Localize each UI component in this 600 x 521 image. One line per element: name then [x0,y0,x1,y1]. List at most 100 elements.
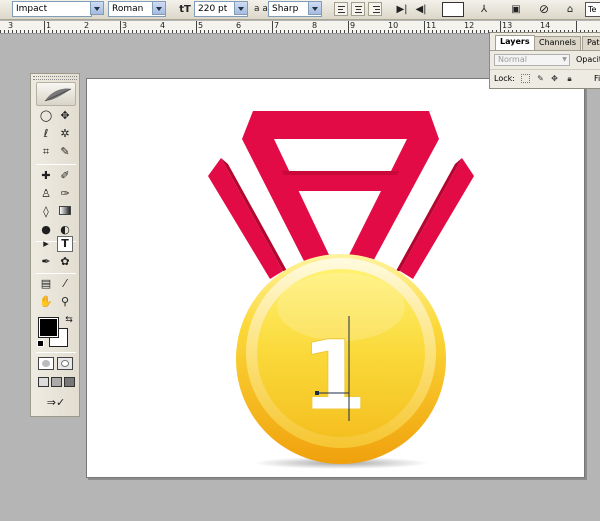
brush-icon[interactable]: ✐ [57,168,73,184]
tab-layers[interactable]: Layers [495,35,535,50]
ribbon-top-band [242,111,439,139]
type-icon[interactable]: T [57,236,73,252]
ruler-tick [108,30,109,33]
screen-mode-full-icon[interactable] [64,377,75,387]
align-left-icon[interactable] [334,2,348,16]
toolbox-separator [36,273,76,274]
ruler-tick [452,30,453,33]
ruler-tick [164,30,165,33]
ruler-tick [264,30,265,33]
font-size-dropdown-icon[interactable] [234,1,248,15]
stamp-icon[interactable]: ♙ [38,186,54,202]
options-bar: Impact Roman tT 220 pt a a Sharp ▶| ◀| ⅄… [0,0,600,20]
ruler-tick [152,30,153,33]
font-size-icon: tT [179,4,191,15]
workspace-button[interactable]: Te [585,2,600,17]
ruler-tick [244,30,245,33]
ruler-tick [100,30,101,33]
panel-divider [490,69,600,70]
gradient-icon[interactable] [57,204,73,220]
ruler-tick [128,30,129,33]
font-style-dropdown-icon[interactable] [152,1,166,15]
ruler-tick [444,30,445,33]
ruler-tick [200,30,201,33]
align-right-icon[interactable] [368,2,382,16]
ruler-tick [112,30,113,33]
medal-artwork: 1 [208,111,474,469]
marquee-icon[interactable]: ◯ [38,108,54,124]
ruler-tick [440,30,441,33]
move-icon[interactable]: ✥ [57,108,73,124]
feather-logo-icon[interactable] [36,82,76,106]
blend-mode-select[interactable]: Normal [494,54,570,66]
lock-all-icon[interactable]: 🔒︎ [565,74,574,83]
ruler-tick [156,30,157,33]
warp-text-icon[interactable]: ▶| [394,2,410,17]
commit-icon[interactable]: ⌂ [562,2,578,17]
ruler-tick [368,30,369,33]
ruler-tick [484,30,485,33]
lock-position-icon[interactable]: ✥ [550,74,559,83]
ruler-tick [168,30,169,33]
pen-icon[interactable]: ✒ [38,254,54,270]
quick-mask-icon[interactable] [57,357,73,370]
ruler-tick [88,30,89,33]
ruler-tick [220,30,221,33]
ruler-tick [232,30,233,33]
eyedropper-icon[interactable]: ⁄ [57,276,73,292]
font-family-select[interactable]: Impact [12,1,92,17]
ruler-tick [76,30,77,33]
shape-icon[interactable]: ✿ [57,254,73,270]
lock-transparency-icon[interactable] [521,74,530,83]
ruler-tick [360,30,361,33]
zoom-icon[interactable]: ⚲ [57,294,73,310]
tab-channels[interactable]: Channels [534,36,582,50]
default-colors-icon[interactable] [37,340,44,347]
palettes-icon[interactable]: ◀| [413,2,429,17]
magic-wand-icon[interactable]: ✲ [57,126,73,142]
ruler-label: 3 [8,21,14,30]
history-brush-icon[interactable]: ✑ [57,186,73,202]
healing-icon[interactable]: ✚ [38,168,54,184]
ruler-tick [464,30,465,33]
screen-mode-standard-icon[interactable] [38,377,49,387]
tab-paths[interactable]: Path [582,36,600,50]
ruler-label: 1 [46,21,52,30]
lock-image-icon[interactable]: ✎ [536,74,545,83]
document-canvas[interactable]: 1 [86,78,585,478]
swap-colors-icon[interactable]: ⇆ [61,312,77,328]
slice-icon[interactable]: ✎ [57,144,73,160]
ruler-tick [432,30,433,33]
eraser-icon[interactable]: ◊ [38,204,54,220]
ruler-tick [456,30,457,33]
font-family-dropdown-icon[interactable] [90,1,104,15]
ruler-tick [304,30,305,33]
text-color-swatch[interactable] [442,2,464,17]
path-select-icon[interactable]: ▸ [38,236,54,252]
crop-icon[interactable]: ⌗ [38,144,54,160]
ruler-tick [208,30,209,33]
jump-to-imageready-icon[interactable]: ⇒✓ [38,395,74,410]
text-warp-icon[interactable]: ⅄ [476,2,492,17]
ruler-tick [84,30,85,33]
screen-mode-menu-icon[interactable] [51,377,62,387]
ruler-tick [32,30,33,33]
ruler-tick [212,30,213,33]
ruler-tick [236,30,237,33]
ruler-tick [56,30,57,33]
lasso-icon[interactable]: ℓ [38,126,54,142]
ruler-tick [320,30,321,33]
anti-alias-dropdown-icon[interactable] [308,1,322,15]
hand-icon[interactable]: ✋ [38,294,54,310]
standard-mode-icon[interactable] [38,357,54,370]
ruler-tick [416,30,417,33]
align-center-icon[interactable] [351,2,365,16]
notes-icon[interactable]: ▤ [38,276,54,292]
cancel-icon[interactable]: ⊘ [536,2,552,17]
toolbox-grip[interactable] [33,76,77,80]
blend-mode-dropdown-icon[interactable]: ▼ [560,55,569,65]
character-panel-icon[interactable]: ▣ [508,2,524,17]
foreground-color-swatch[interactable] [38,317,59,338]
ruler-tick [420,30,421,33]
ruler-tick [344,30,345,33]
